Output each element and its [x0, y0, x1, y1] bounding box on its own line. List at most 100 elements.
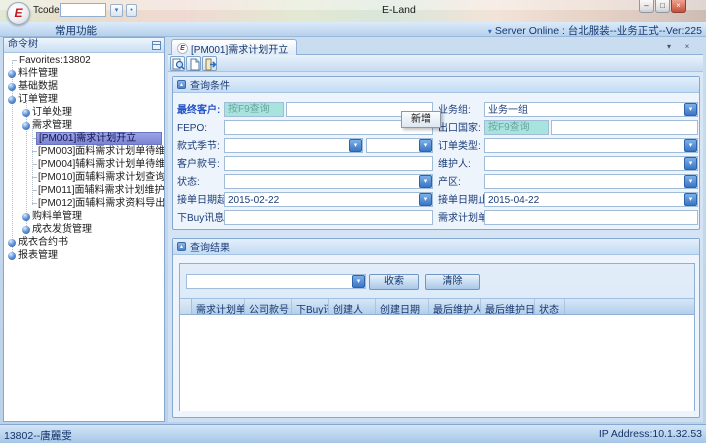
tree-item-order-process[interactable]: 订单处理 [4, 106, 162, 119]
chevron-down-icon: ▾ [488, 27, 492, 36]
close-button[interactable]: × [671, 0, 686, 13]
chevron-down-icon[interactable]: ▾ [419, 139, 432, 152]
tree-item-pm011[interactable]: [PM011]面辅料需求计划维护查询(新) [4, 184, 162, 197]
tcode-label: Tcode [33, 5, 60, 16]
order-type-select[interactable]: ▾ [484, 138, 698, 153]
tree-item-pm010[interactable]: [PM010]面辅料需求计划查询(新) [4, 171, 162, 184]
status-select[interactable]: ▾ [224, 174, 433, 189]
tree-connector [32, 151, 37, 152]
date-to-picker[interactable]: 2015-04-22 ▾ [484, 192, 698, 207]
content-area: 命令树 Favorites:13802 料件管理 基础数据 [0, 37, 706, 424]
column-header-creator[interactable]: 创建人 [329, 299, 376, 314]
export-country-input[interactable] [551, 120, 698, 135]
maximize-button[interactable]: □ [655, 0, 670, 13]
tree-item-label: 需求管理 [32, 119, 72, 132]
date-to-value: 2015-04-22 [488, 194, 682, 207]
customer-style-input[interactable] [224, 156, 433, 171]
style-season-select-1[interactable]: ▾ [224, 138, 363, 153]
plan-no-input[interactable] [484, 210, 698, 225]
status-label: 状态: [177, 176, 200, 189]
calendar-dropdown-icon[interactable]: ▾ [419, 193, 432, 206]
user-label: 13802--唐麗雯 [4, 428, 72, 443]
tree-item-demand-mgmt[interactable]: 需求管理 [4, 119, 162, 132]
tree-item-pm003[interactable]: [PM003]面料需求计划单待维护 [4, 145, 162, 158]
exit-button[interactable] [202, 56, 217, 71]
results-table-body[interactable] [180, 315, 694, 411]
date-from-picker[interactable]: 2015-02-22 ▾ [224, 192, 433, 207]
query-button[interactable] [170, 56, 185, 71]
order-type-value [488, 140, 682, 153]
chevron-down-icon[interactable]: ▾ [349, 139, 362, 152]
column-header-company-style[interactable]: 公司款号 [245, 299, 292, 314]
tree-item-basedata[interactable]: 基础数据 [4, 80, 162, 93]
results-filter-select[interactable]: ▾ [186, 274, 366, 289]
tree-item-pm012[interactable]: [PM012]面辅料需求资料导出 [4, 197, 162, 210]
collapse-icon[interactable]: ▴ [177, 242, 186, 251]
tree-connector [32, 203, 37, 204]
tab-logo-icon: E [177, 43, 188, 54]
biz-group-select[interactable]: 业务一组 ▾ [484, 102, 698, 117]
results-section-header[interactable]: ▴ 查询结果 [173, 239, 699, 255]
tree-item-garment-shipping[interactable]: 成衣发货管理 [4, 223, 162, 236]
node-icon [8, 70, 16, 78]
minimize-button[interactable]: – [639, 0, 654, 13]
query-section-title: 查询条件 [190, 77, 230, 92]
chevron-down-icon[interactable]: ▾ [684, 103, 697, 116]
style-season-label: 款式季节: [177, 140, 220, 153]
region-select[interactable]: ▾ [484, 174, 698, 189]
tree-item-pm001-selected[interactable]: [PM001]需求计划开立 [4, 132, 162, 145]
collapse-icon[interactable]: ▴ [177, 80, 186, 89]
tree-item-pm004[interactable]: [PM004]辅料需求计划单待维护 [4, 158, 162, 171]
clear-button[interactable]: 清除 [425, 274, 480, 290]
final-customer-f9-input[interactable] [224, 102, 284, 117]
column-header-status[interactable]: 状态 [535, 299, 565, 314]
column-header-buy-info[interactable]: 下Buy讯.. [292, 299, 329, 314]
column-header-last-maintain-date[interactable]: 最后维护日期 [481, 299, 535, 314]
chevron-down-icon[interactable]: ▾ [684, 175, 697, 188]
buy-info-input[interactable] [224, 210, 433, 225]
tree-item-garment-contract[interactable]: 成衣合约书 [4, 236, 162, 249]
node-icon [22, 226, 30, 234]
column-header-plan-no[interactable]: 需求计划单号 [192, 299, 245, 314]
tree-item-report-mgmt[interactable]: 报表管理 [4, 249, 162, 262]
tree-item-purchase-mgmt[interactable]: 购料单管理 [4, 210, 162, 223]
panel-toggle-icon[interactable] [152, 41, 161, 50]
maintainer-value [488, 158, 682, 171]
tree-item-order-mgmt[interactable]: 订单管理 [4, 93, 162, 106]
export-country-label: 出口国家: [438, 122, 481, 135]
tree-item-label: 料件管理 [18, 67, 58, 80]
tree-item-label: [PM003]面料需求计划单待维护 [38, 145, 164, 158]
tab-close-button[interactable]: × [681, 41, 693, 53]
ribbon-tab-common[interactable]: 常用功能 [55, 23, 97, 38]
node-icon [22, 109, 30, 117]
chevron-down-icon[interactable]: ▾ [352, 275, 365, 288]
fepo-label: FEPO: [177, 122, 207, 135]
chevron-down-icon[interactable]: ▾ [684, 157, 697, 170]
column-header-create-date[interactable]: 创建日期 [376, 299, 429, 314]
chevron-down-icon[interactable]: ▾ [684, 139, 697, 152]
tree-item-favorites[interactable]: Favorites:13802 [4, 54, 162, 67]
query-section-header[interactable]: ▴ 查询条件 [173, 77, 699, 93]
export-country-f9-input[interactable] [484, 120, 549, 135]
tcode-go-button[interactable]: ▾ [110, 4, 123, 17]
status-value [228, 176, 417, 189]
app-logo-icon[interactable]: E [7, 2, 30, 25]
tree-item-label: Favorites:13802 [19, 54, 91, 67]
status-bar: 13802--唐麗雯 IP Address:10.1.32.53 [0, 424, 706, 443]
chevron-down-icon[interactable]: ▾ [419, 175, 432, 188]
region-value [488, 176, 682, 189]
search-button[interactable]: 收索 [369, 274, 419, 290]
new-button[interactable] [186, 56, 201, 71]
tcode-pin-button[interactable]: • [126, 4, 137, 17]
row-indicator-header [180, 299, 192, 314]
calendar-dropdown-icon[interactable]: ▾ [684, 193, 697, 206]
tree-item-label: [PM010]面辅料需求计划查询(新) [38, 171, 164, 184]
tree-item-materials[interactable]: 料件管理 [4, 67, 162, 80]
maintainer-select[interactable]: ▾ [484, 156, 698, 171]
column-header-last-maintainer[interactable]: 最后维护人 [429, 299, 481, 314]
tab-list-button[interactable]: ▾ [663, 41, 675, 53]
title-bar: E Tcode ▾ • E-Land – □ × [0, 0, 706, 22]
tab-pm001[interactable]: E [PM001]需求计划开立 [171, 39, 297, 56]
tcode-input[interactable] [60, 3, 106, 17]
style-season-select-2[interactable]: ▾ [366, 138, 433, 153]
